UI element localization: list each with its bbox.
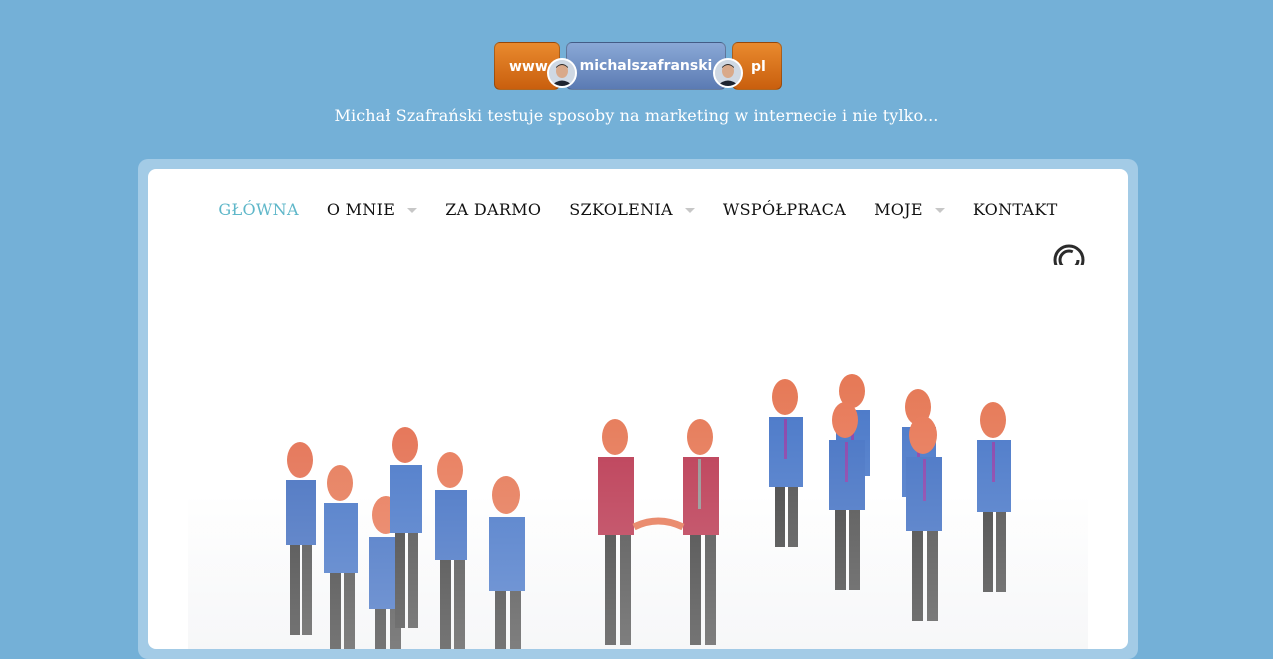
nav-item-moje[interactable]: MOJE (874, 200, 945, 219)
caret-down-icon (684, 208, 695, 213)
main-nav: GŁÓWNA O MNIE ZA DARMO SZKOLENIA WSPÓŁPRACA M… (148, 200, 1128, 220)
nav-item-szkolenia[interactable]: SZKOLENIA (569, 200, 695, 219)
caret-down-icon (407, 208, 418, 213)
nav-item-kontakt[interactable]: KONTAKT (973, 200, 1058, 219)
nav-item-o-mnie[interactable]: O MNIE (327, 200, 418, 219)
site-tagline: Michał Szafrański testuje sposoby na mar… (334, 106, 939, 125)
nav-item-za-darmo[interactable]: ZA DARMO (445, 200, 541, 219)
people-figures-illustration (188, 265, 1088, 659)
avatar (547, 58, 577, 88)
nav-item-glowna[interactable]: GŁÓWNA (218, 200, 298, 219)
caret-down-icon (934, 208, 945, 213)
hero-image (188, 265, 1088, 659)
content-card: GŁÓWNA O MNIE ZA DARMO SZKOLENIA WSPÓŁPRACA M… (148, 169, 1128, 659)
nav-item-wspolpraca[interactable]: WSPÓŁPRACA (723, 200, 846, 219)
logo-name: michalszafranski (566, 42, 726, 90)
avatar (713, 58, 743, 88)
site-logo[interactable]: www michalszafranski pl (494, 42, 782, 92)
